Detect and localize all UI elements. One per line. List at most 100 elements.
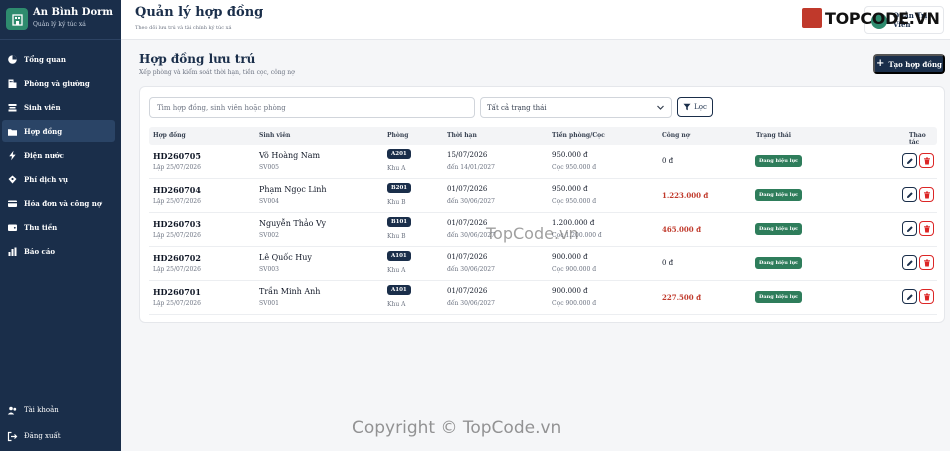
delete-button[interactable]	[919, 153, 934, 168]
chart-icon	[7, 246, 18, 257]
status-badge: Đang hiệu lực	[755, 257, 803, 269]
edit-button[interactable]	[902, 153, 917, 168]
sidebar-nav: Tổng quan Phòng và giường Sinh viên Hợp đồn…	[0, 48, 121, 262]
pencil-icon	[906, 157, 913, 164]
sidebar-item[interactable]: Hợp đồng	[2, 120, 115, 142]
room-badge: B201	[387, 183, 412, 193]
debt-amount: 0 đ	[662, 157, 674, 165]
end-date: đến 30/06/2027	[447, 266, 495, 273]
sidebar-item[interactable]: Phòng và giường	[2, 72, 115, 94]
edit-button[interactable]	[902, 255, 917, 270]
room-fee: 950.000 đ	[552, 185, 588, 193]
debt-amount: 465.000 đ	[662, 225, 701, 234]
pencil-icon	[906, 259, 913, 266]
status-badge: Đang hiệu lực	[755, 291, 803, 303]
delete-button[interactable]	[919, 221, 934, 236]
start-date: 01/07/2026	[447, 219, 488, 227]
trash-icon	[923, 225, 930, 232]
create-contract-label: Tạo hợp đồng	[888, 59, 942, 69]
edit-button[interactable]	[902, 221, 917, 236]
pencil-icon	[906, 191, 913, 198]
column-header: Tiền phòng/Cọc	[552, 132, 605, 139]
page-subtitle: Theo dõi lưu trú và tài chính ký túc xá	[135, 25, 232, 31]
trash-icon	[923, 293, 930, 300]
status-badge: Đang hiệu lực	[755, 155, 803, 167]
delete-button[interactable]	[919, 255, 934, 270]
column-header: Thao tác	[909, 132, 926, 146]
pencil-icon	[906, 225, 913, 232]
contract-icon	[7, 126, 18, 137]
column-header: Phòng	[387, 132, 409, 139]
status-filter-select[interactable]: Tất cả trạng thái	[480, 97, 672, 118]
trash-icon	[923, 259, 930, 266]
sidebar-item[interactable]: Thu tiền	[2, 216, 115, 238]
created-date: Lập 25/07/2026	[153, 232, 201, 239]
table-row: HD260702 Lập 25/07/2026 Lê Quốc Huy SV003 A1…	[149, 247, 937, 281]
area-label: Khu A	[387, 267, 406, 274]
sidebar-item[interactable]: Hóa đơn và công nợ	[2, 192, 115, 214]
area-label: Khu A	[387, 301, 406, 308]
room-badge: B101	[387, 217, 412, 227]
status-filter-value: Tất cả trạng thái	[487, 103, 547, 112]
table-header: Hợp đồng Sinh viên Phòng Thời hạn Tiền phòng…	[149, 127, 937, 146]
sidebar-item-label: Đăng xuất	[24, 432, 61, 440]
watermark-bottom: Copyright © TopCode.vn	[352, 418, 562, 438]
area-label: Khu B	[387, 199, 406, 206]
topcode-logo: TOPCODE.VN	[802, 8, 940, 28]
debt-amount: 0 đ	[662, 259, 674, 267]
status-badge: Đang hiệu lực	[755, 223, 803, 235]
end-date: đến 14/01/2027	[447, 164, 495, 171]
deposit: Cọc 950.000 đ	[552, 164, 597, 171]
filter-button[interactable]: Lọc	[677, 97, 713, 117]
section-title: Hợp đồng lưu trú	[139, 52, 256, 66]
student-name: Lê Quốc Huy	[259, 253, 312, 262]
contract-code: HD260702	[153, 253, 201, 263]
debt-amount: 1.223.000 đ	[662, 191, 709, 200]
trash-icon	[923, 157, 930, 164]
sidebar-item-label: Thu tiền	[24, 222, 58, 232]
sidebar-item[interactable]: Báo cáo	[2, 240, 115, 262]
created-date: Lập 25/07/2026	[153, 198, 201, 205]
delete-button[interactable]	[919, 289, 934, 304]
contract-code: HD260703	[153, 219, 201, 229]
student-id: SV005	[259, 164, 279, 171]
edit-button[interactable]	[902, 289, 917, 304]
deposit: Cọc 950.000 đ	[552, 198, 597, 205]
search-input[interactable]: Tìm hợp đồng, sinh viên hoặc phòng	[149, 97, 475, 118]
student-id: SV001	[259, 300, 279, 307]
chevron-down-icon	[657, 105, 664, 110]
table-row: HD260701 Lập 25/07/2026 Trần Minh Anh SV001…	[149, 281, 937, 315]
column-header: Trạng thái	[756, 132, 792, 139]
sidebar-item-label: Sinh viên	[24, 102, 61, 112]
start-date: 15/07/2026	[447, 151, 488, 159]
column-header: Thời hạn	[447, 132, 477, 139]
start-date: 01/07/2026	[447, 287, 488, 295]
area-label: Khu A	[387, 165, 406, 172]
contract-code: HD260704	[153, 185, 201, 195]
sidebar-item[interactable]: Tổng quan	[2, 48, 115, 70]
wallet-icon	[7, 222, 18, 233]
users-icon	[7, 405, 18, 416]
sidebar-item[interactable]: Phí dịch vụ	[2, 168, 115, 190]
created-date: Lập 25/07/2026	[153, 266, 201, 273]
brand-name: An Bình Dorm	[33, 7, 113, 18]
sidebar-item-label: Phí dịch vụ	[24, 174, 68, 184]
room-fee: 900.000 đ	[552, 253, 588, 261]
sidebar-item-label: Hợp đồng	[24, 126, 63, 136]
logout-icon	[7, 431, 18, 442]
column-header: Sinh viên	[259, 132, 291, 139]
sidebar-item[interactable]: Đăng xuất	[2, 425, 115, 447]
edit-button[interactable]	[902, 187, 917, 202]
building-icon	[6, 8, 28, 30]
student-id: SV003	[259, 266, 279, 273]
room-fee: 900.000 đ	[552, 287, 588, 295]
sidebar-item[interactable]: Điện nước	[2, 144, 115, 166]
sidebar-item[interactable]: Tài khoản	[2, 399, 115, 421]
filter-label: Lọc	[694, 103, 707, 111]
create-contract-button[interactable]: + Tạo hợp đồng	[873, 54, 945, 74]
sidebar-item[interactable]: Sinh viên	[2, 96, 115, 118]
page-title: Quản lý hợp đồng	[135, 5, 264, 20]
delete-button[interactable]	[919, 187, 934, 202]
contract-code: HD260705	[153, 151, 201, 161]
sidebar-item-label: Tổng quan	[24, 54, 66, 64]
